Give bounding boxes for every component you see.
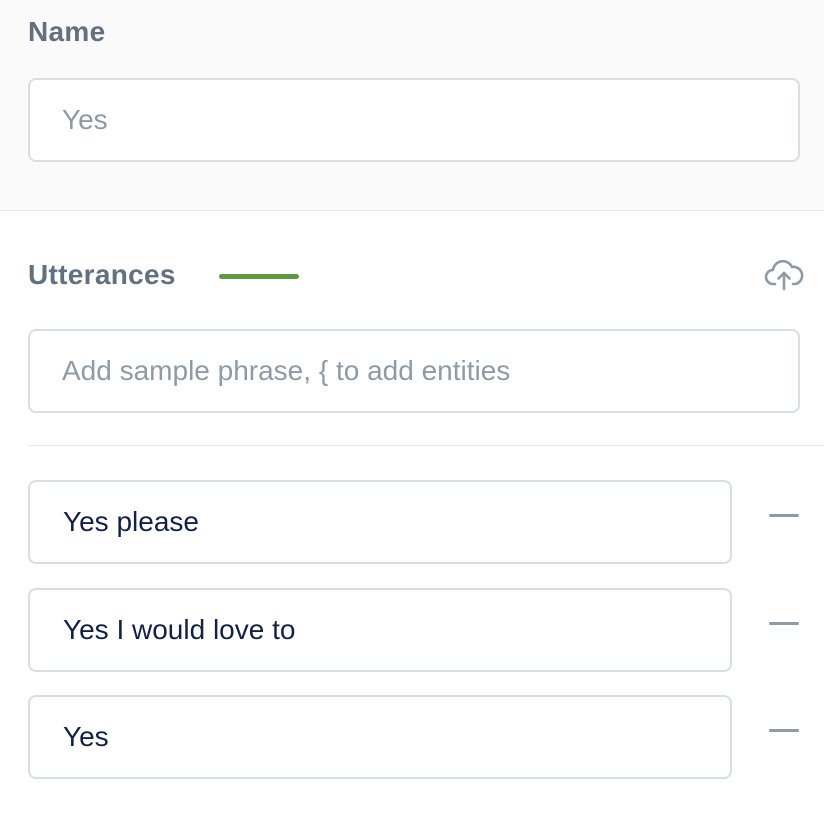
utterance-input[interactable]: Yes bbox=[28, 695, 732, 779]
cloud-upload-icon[interactable] bbox=[764, 256, 804, 292]
utterance-row: Yes bbox=[28, 695, 824, 779]
name-input[interactable] bbox=[28, 78, 800, 162]
name-label: Name bbox=[28, 16, 106, 47]
minus-icon[interactable] bbox=[766, 506, 802, 536]
name-section: Name bbox=[0, 0, 824, 211]
utterance-input[interactable]: Yes I would love to bbox=[28, 588, 732, 672]
utterances-label: Utterances bbox=[28, 259, 176, 290]
utterance-row: Yes I would love to bbox=[28, 588, 824, 672]
sample-phrase-input[interactable] bbox=[28, 329, 800, 413]
utterances-divider bbox=[28, 445, 824, 446]
utterance-input[interactable]: Yes please bbox=[28, 480, 732, 564]
utterances-accent-line bbox=[219, 274, 299, 279]
minus-icon[interactable] bbox=[766, 721, 802, 751]
utterance-row: Yes please bbox=[28, 480, 824, 564]
minus-icon[interactable] bbox=[766, 614, 802, 644]
